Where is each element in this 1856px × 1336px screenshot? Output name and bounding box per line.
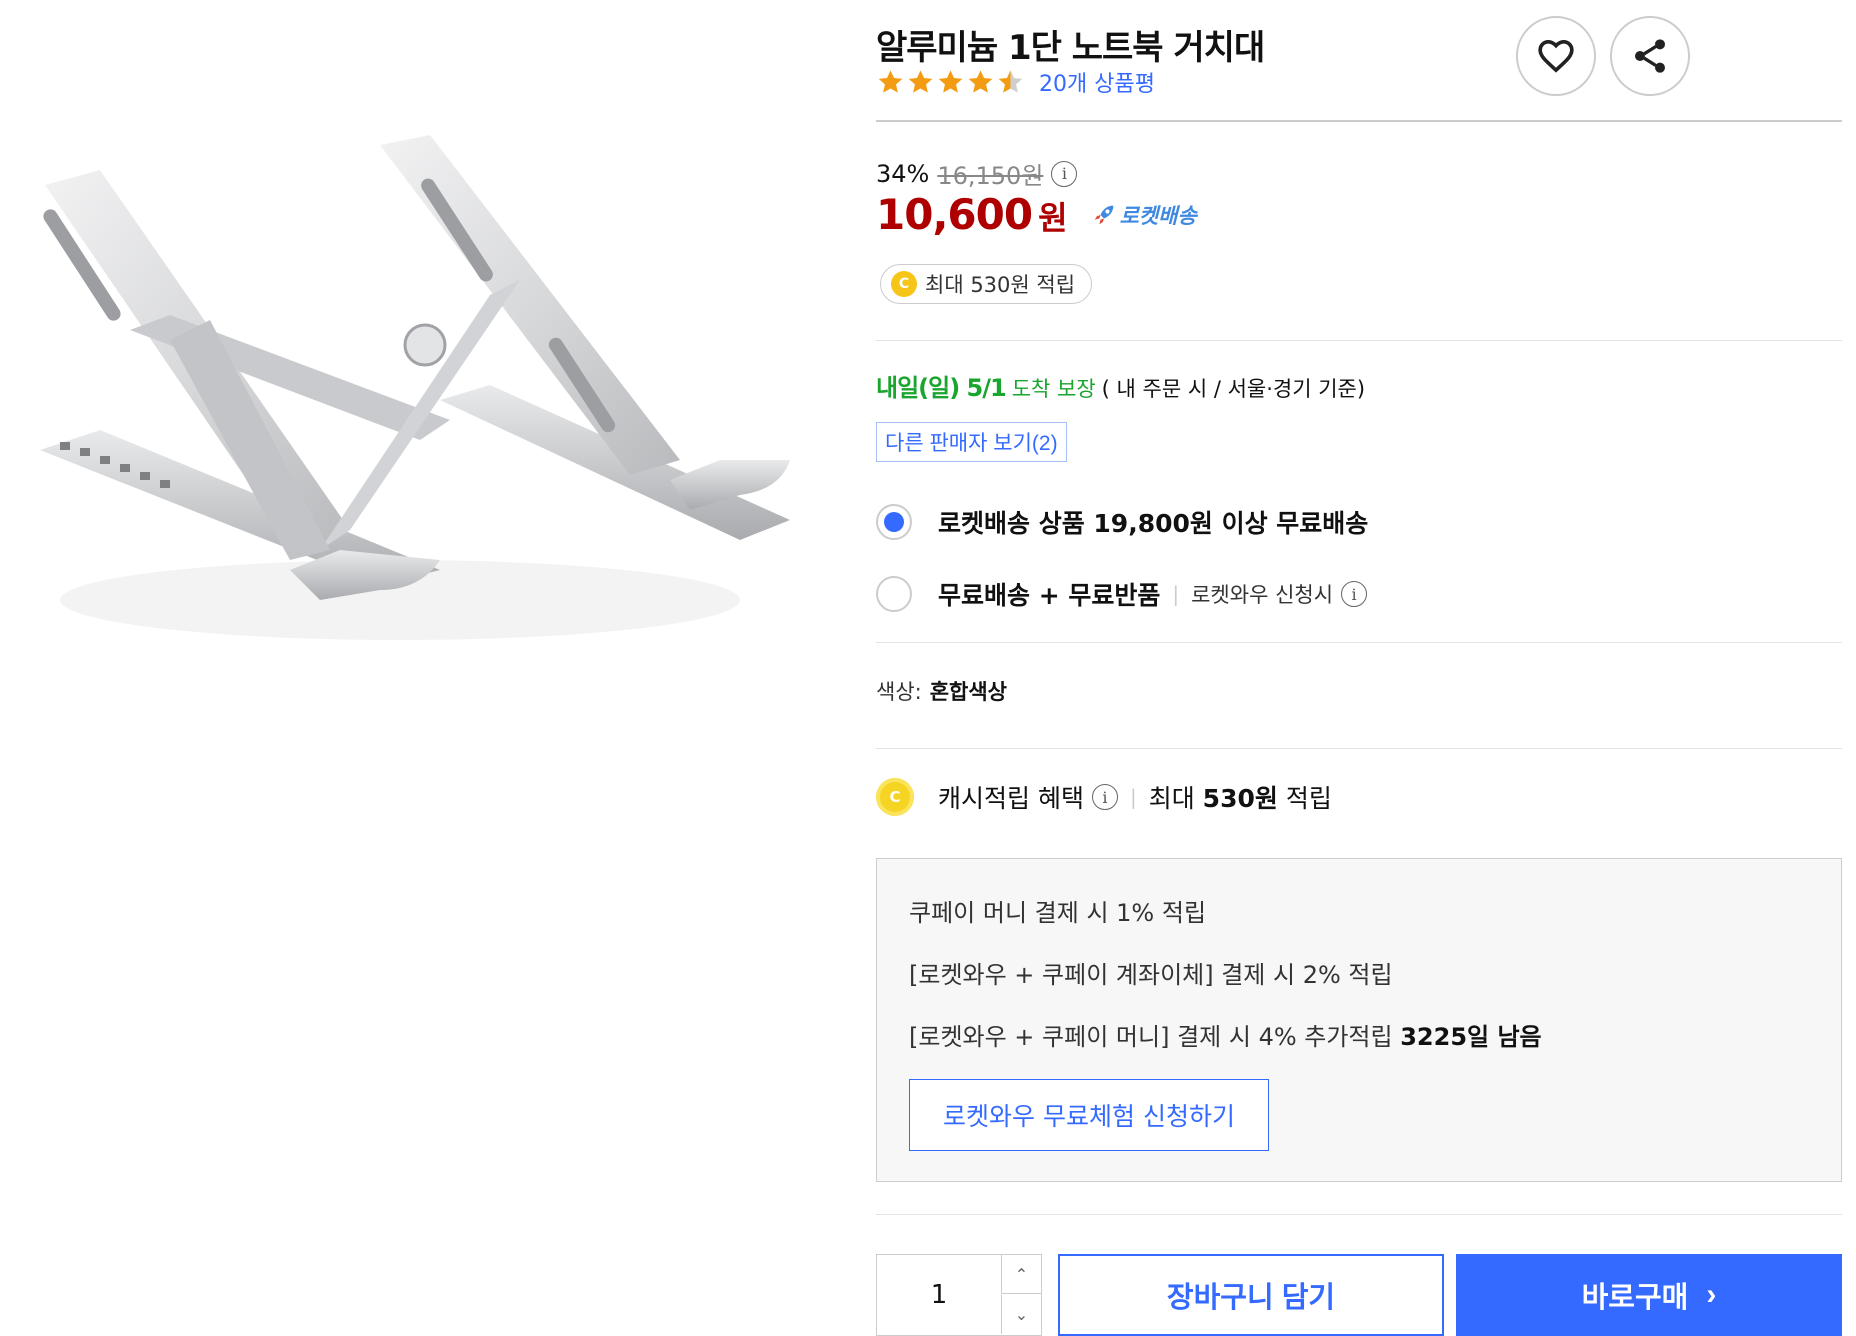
info-icon[interactable]: i	[1051, 160, 1078, 187]
shipping-option-rocket[interactable]: 로켓배송 상품 19,800원 이상 무료배송	[876, 504, 1368, 540]
cashback-row: C 캐시적립 혜택 i | 최대 530원 적립	[876, 778, 1332, 816]
chevron-down-icon[interactable]: ⌄	[1001, 1295, 1041, 1334]
arrival-date: 내일(일) 5/1	[876, 374, 1007, 402]
share-button[interactable]	[1610, 16, 1690, 96]
star-rating	[876, 68, 1025, 97]
chevron-up-icon[interactable]: ⌃	[1001, 1255, 1041, 1294]
cashback-suffix: 적립	[1285, 784, 1332, 813]
divider	[876, 120, 1842, 122]
sale-price-row: 10,600 원 로켓배송	[876, 190, 1197, 239]
wishlist-button[interactable]	[1516, 16, 1596, 96]
benefit-line: [로켓와우 + 쿠페이 머니] 결제 시 4% 추가적립 3225일 남음	[909, 1017, 1542, 1052]
star-full-icon	[938, 69, 963, 93]
divider	[876, 340, 1842, 341]
buy-now-button[interactable]: 바로구매 ›	[1456, 1254, 1842, 1336]
benefit-text: [로켓와우 + 쿠페이 머니] 결제 시 4% 추가적립	[909, 1023, 1393, 1051]
benefit-box: 쿠페이 머니 결제 시 1% 적립 [로켓와우 + 쿠페이 계좌이체] 결제 시…	[876, 858, 1842, 1182]
cashback-amount: 530원	[1202, 784, 1278, 813]
rocket-delivery-label: 로켓배송	[1119, 204, 1197, 228]
product-image	[40, 135, 790, 640]
cashback-prefix: 최대	[1148, 784, 1195, 813]
coin-icon: C	[876, 778, 914, 816]
coin-icon: C	[891, 271, 917, 297]
benefit-line: 쿠페이 머니 결제 시 1% 적립	[909, 899, 1207, 927]
info-icon[interactable]: i	[1341, 581, 1368, 607]
quantity-stepper: 1 ⌃ ⌄	[876, 1254, 1042, 1336]
quantity-input[interactable]: 1	[877, 1255, 1001, 1334]
add-to-cart-button[interactable]: 장바구니 담기	[1058, 1254, 1444, 1336]
radio-unselected[interactable]	[876, 576, 912, 612]
shipping-option-label: 무료배송 + 무료반품	[938, 581, 1161, 610]
price-discount-row: 34% 16,150원 i	[876, 156, 1078, 191]
cashback-label: 캐시적립 혜택	[938, 784, 1084, 813]
heart-icon	[1538, 39, 1574, 73]
separator: |	[1172, 582, 1180, 606]
arrival-guarantee: 도착 보장	[1011, 377, 1096, 401]
star-full-icon	[878, 69, 903, 93]
share-icon	[1635, 39, 1665, 73]
chevron-right-icon: ›	[1706, 1278, 1717, 1311]
separator: |	[1129, 785, 1137, 809]
radio-selected[interactable]	[876, 504, 912, 540]
review-count-link[interactable]: 20개 상품평	[1039, 66, 1155, 98]
divider	[876, 748, 1842, 749]
color-option-label: 색상:	[876, 680, 922, 704]
sale-price: 10,600	[876, 190, 1033, 239]
benefit-line: [로켓와우 + 쿠페이 계좌이체] 결제 시 2% 적립	[909, 961, 1393, 989]
divider	[876, 642, 1842, 643]
original-price: 16,150원	[937, 162, 1044, 190]
divider	[876, 1214, 1842, 1215]
star-half-icon	[998, 69, 1023, 93]
shipping-option-wow[interactable]: 무료배송 + 무료반품 | 로켓와우 신청시 i	[876, 576, 1368, 612]
buy-now-label: 바로구매	[1581, 1282, 1689, 1314]
wow-trial-button[interactable]: 로켓와우 무료체험 신청하기	[909, 1079, 1269, 1151]
star-full-icon	[968, 69, 993, 93]
discount-rate: 34%	[876, 159, 930, 188]
cash-reward-chip: C 최대 530원 적립	[880, 264, 1093, 304]
delivery-note: ( 내 주문 시 / 서울·경기 기준)	[1101, 377, 1366, 401]
rocket-icon	[1094, 205, 1113, 225]
product-title: 알루미늄 1단 노트북 거치대	[876, 28, 1265, 68]
info-icon[interactable]: i	[1091, 784, 1118, 810]
benefit-remaining: 3225일 남음	[1400, 1023, 1542, 1051]
cash-reward-text: 최대 530원 적립	[925, 273, 1076, 297]
currency-label: 원	[1038, 199, 1068, 237]
rating-row: 20개 상품평	[876, 66, 1155, 98]
shipping-option-sub: 로켓와우 신청시	[1191, 583, 1334, 607]
color-option-value: 혼합색상	[929, 680, 1007, 704]
star-full-icon	[908, 69, 933, 93]
color-option: 색상: 혼합색상	[876, 676, 1007, 706]
other-sellers-button[interactable]: 다른 판매자 보기(2)	[876, 422, 1067, 462]
delivery-info: 내일(일) 5/1 도착 보장 ( 내 주문 시 / 서울·경기 기준)	[876, 368, 1365, 403]
shipping-option-label: 로켓배송 상품 19,800원 이상 무료배송	[938, 509, 1369, 538]
rocket-delivery-badge: 로켓배송	[1090, 200, 1197, 230]
